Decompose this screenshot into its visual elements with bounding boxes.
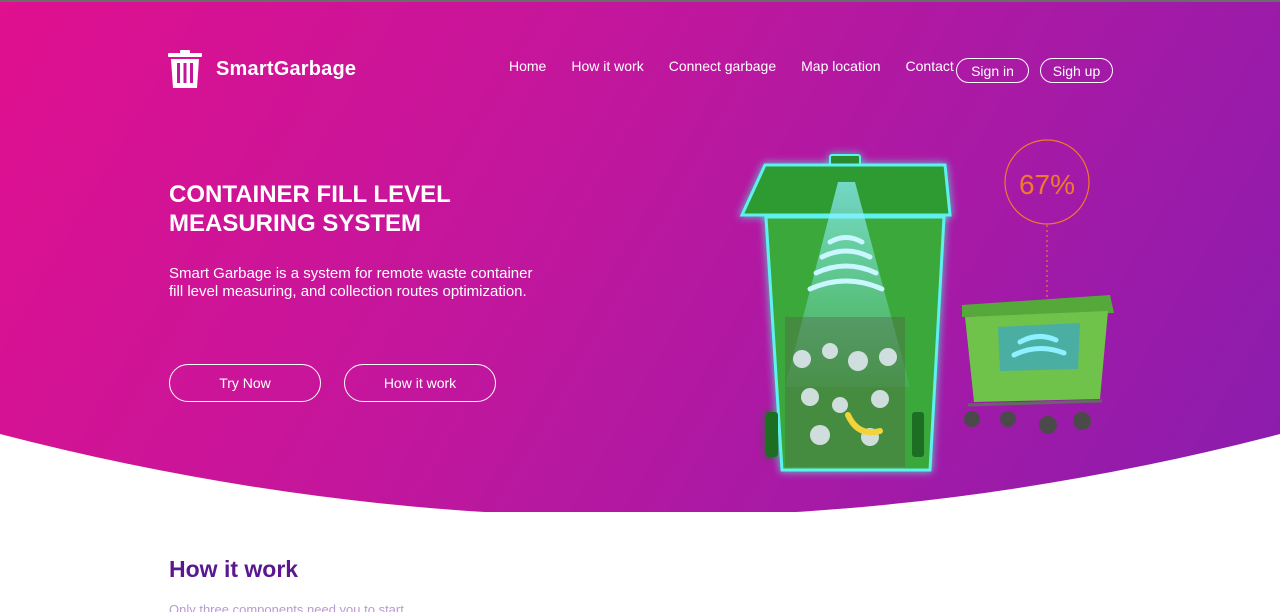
- try-now-button[interactable]: Try Now: [169, 364, 321, 402]
- nav-home[interactable]: Home: [509, 58, 546, 74]
- main-nav: Home How it work Connect garbage Map loc…: [509, 58, 979, 74]
- hero-description: Smart Garbage is a system for remote was…: [169, 265, 533, 300]
- nav-how-it-work[interactable]: How it work: [571, 58, 643, 74]
- how-it-work-section-title: How it work: [169, 556, 299, 582]
- nav-connect-garbage[interactable]: Connect garbage: [669, 58, 776, 74]
- dumpster-icon: [962, 295, 1114, 434]
- how-it-work-section-subtitle: Only three components need you to start: [169, 602, 404, 612]
- hero-title-line2: MEASURING SYSTEM: [169, 210, 422, 237]
- hero-title: CONTAINER FILL LEVEL MEASURING SYSTEM: [169, 180, 549, 238]
- hero-title-line1: CONTAINER FILL LEVEL: [169, 181, 451, 208]
- how-it-work-button[interactable]: How it work: [344, 364, 496, 402]
- hero-curve-divider: [0, 434, 1280, 612]
- nav-contact[interactable]: Contact: [906, 58, 954, 74]
- nav-map-location[interactable]: Map location: [801, 58, 880, 74]
- trash-bin-icon: [168, 50, 202, 88]
- fill-level-text: 67%: [1019, 169, 1075, 200]
- brand-name: SmartGarbage: [216, 57, 357, 80]
- sign-in-button[interactable]: Sign in: [956, 58, 1029, 83]
- brand-logo[interactable]: SmartGarbage: [168, 50, 356, 88]
- sign-up-button[interactable]: Sigh up: [1040, 58, 1113, 83]
